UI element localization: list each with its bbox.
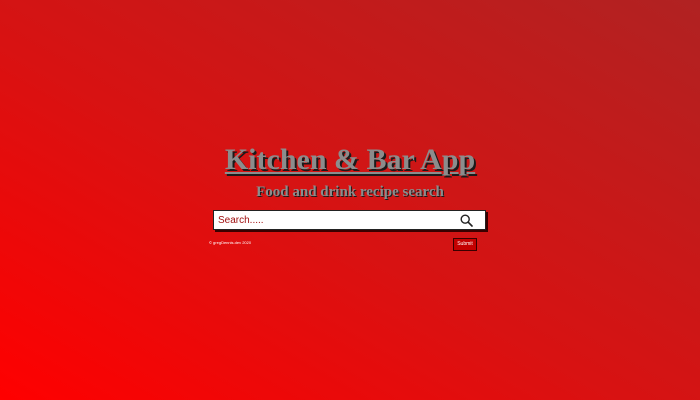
submit-button[interactable]: Submit	[453, 238, 477, 251]
search-icon[interactable]	[459, 213, 473, 227]
copyright-text: © gregDennis.dev 2020	[209, 240, 252, 245]
search-icon-glyph	[459, 213, 473, 227]
app-container: Kitchen & Bar App Food and drink recipe …	[0, 0, 700, 400]
page-subtitle: Food and drink recipe search	[256, 184, 444, 200]
page-title: Kitchen & Bar App	[224, 143, 476, 176]
search-input[interactable]	[214, 211, 459, 229]
search-bar	[213, 210, 486, 230]
